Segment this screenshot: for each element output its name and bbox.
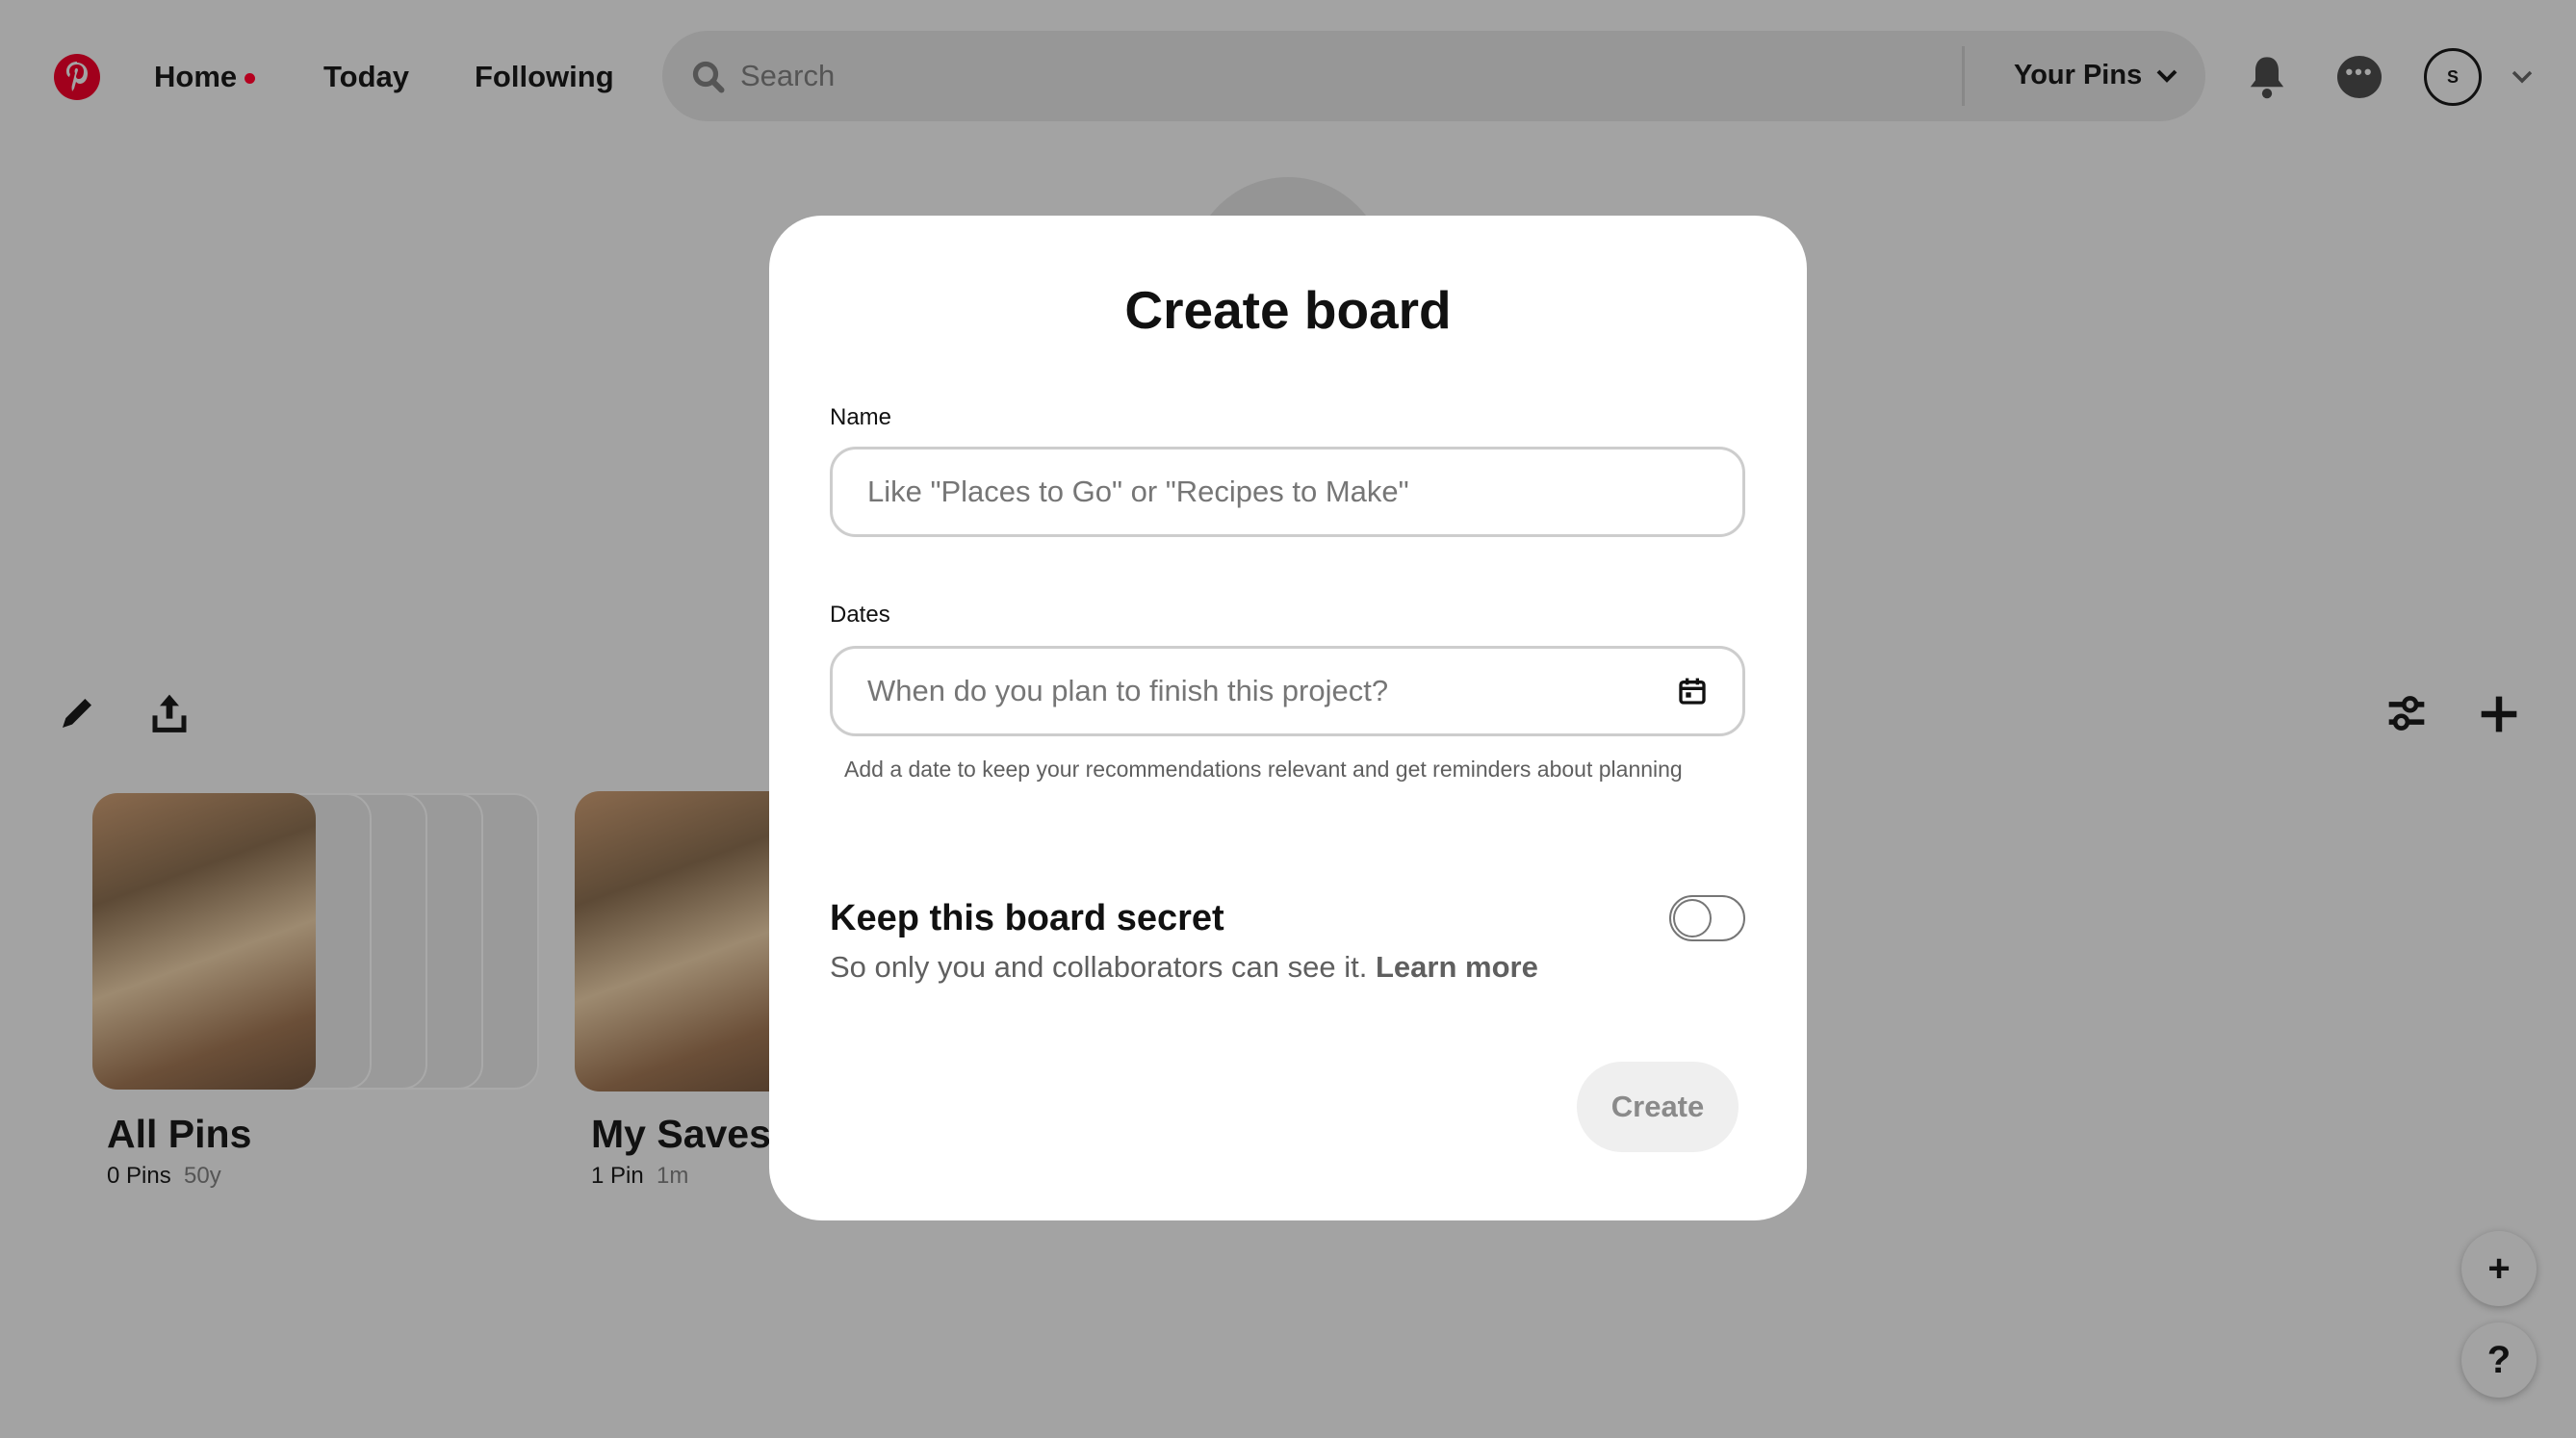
- calendar-icon[interactable]: [1677, 676, 1708, 706]
- search-icon: [692, 61, 725, 93]
- board-meta: 0 Pins 50y: [107, 1163, 221, 1190]
- dates-helper-text: Add a date to keep your recommendations …: [844, 757, 1683, 782]
- search-divider: [1962, 46, 1965, 106]
- board-all-pins[interactable]: [92, 793, 539, 1090]
- pin-count: 1 Pin: [591, 1163, 644, 1189]
- messages-icon[interactable]: •••: [2337, 56, 2382, 98]
- learn-more-link[interactable]: Learn more: [1376, 950, 1538, 984]
- help-button[interactable]: ?: [2461, 1322, 2537, 1398]
- dates-label: Dates: [830, 602, 890, 628]
- search-bar[interactable]: Search Your Pins: [662, 31, 2205, 121]
- filter-icon[interactable]: [2385, 693, 2428, 733]
- board-age: 1m: [657, 1163, 689, 1189]
- notification-dot: [245, 73, 256, 85]
- pinterest-logo[interactable]: [54, 54, 100, 100]
- add-icon[interactable]: [2478, 693, 2520, 735]
- pin-count: 0 Pins: [107, 1163, 171, 1189]
- bell-icon[interactable]: [2247, 54, 2287, 100]
- secret-description: So only you and collaborators can see it…: [830, 950, 1538, 985]
- dates-input[interactable]: When do you plan to finish this project?: [830, 646, 1745, 736]
- board-age: 50y: [184, 1163, 221, 1189]
- search-input[interactable]: Search: [740, 59, 835, 93]
- edit-icon[interactable]: [58, 694, 96, 732]
- secret-title: Keep this board secret: [830, 898, 1224, 938]
- your-pins-label: Your Pins: [2014, 60, 2143, 90]
- create-board-modal: Create board Name Like "Places to Go" or…: [769, 216, 1807, 1220]
- avatar[interactable]: S: [2424, 48, 2482, 106]
- secret-desc-text: So only you and collaborators can see it…: [830, 950, 1368, 984]
- share-icon[interactable]: [150, 691, 189, 733]
- create-button[interactable]: Create: [1577, 1062, 1739, 1152]
- nav-today[interactable]: Today: [323, 60, 409, 94]
- dates-placeholder: When do you plan to finish this project?: [867, 674, 1389, 707]
- name-input[interactable]: Like "Places to Go" or "Recipes to Make": [830, 447, 1745, 537]
- name-label: Name: [830, 404, 892, 430]
- board-title[interactable]: All Pins: [107, 1112, 251, 1157]
- chevron-down-icon: [2156, 69, 2177, 83]
- nav-following[interactable]: Following: [475, 60, 614, 94]
- nav-home[interactable]: Home: [154, 60, 256, 94]
- board-meta: 1 Pin 1m: [591, 1163, 688, 1190]
- account-chevron-icon[interactable]: [2510, 69, 2535, 85]
- toggle-knob: [1673, 899, 1712, 937]
- name-placeholder: Like "Places to Go" or "Recipes to Make": [867, 475, 1409, 508]
- your-pins-dropdown[interactable]: Your Pins: [2014, 60, 2178, 91]
- nav-home-label: Home: [154, 60, 238, 93]
- board-cover-image: [92, 793, 316, 1090]
- floating-add-button[interactable]: +: [2461, 1231, 2537, 1306]
- secret-toggle[interactable]: [1669, 895, 1745, 941]
- modal-title: Create board: [1124, 280, 1452, 340]
- board-title[interactable]: My Saves: [591, 1112, 771, 1157]
